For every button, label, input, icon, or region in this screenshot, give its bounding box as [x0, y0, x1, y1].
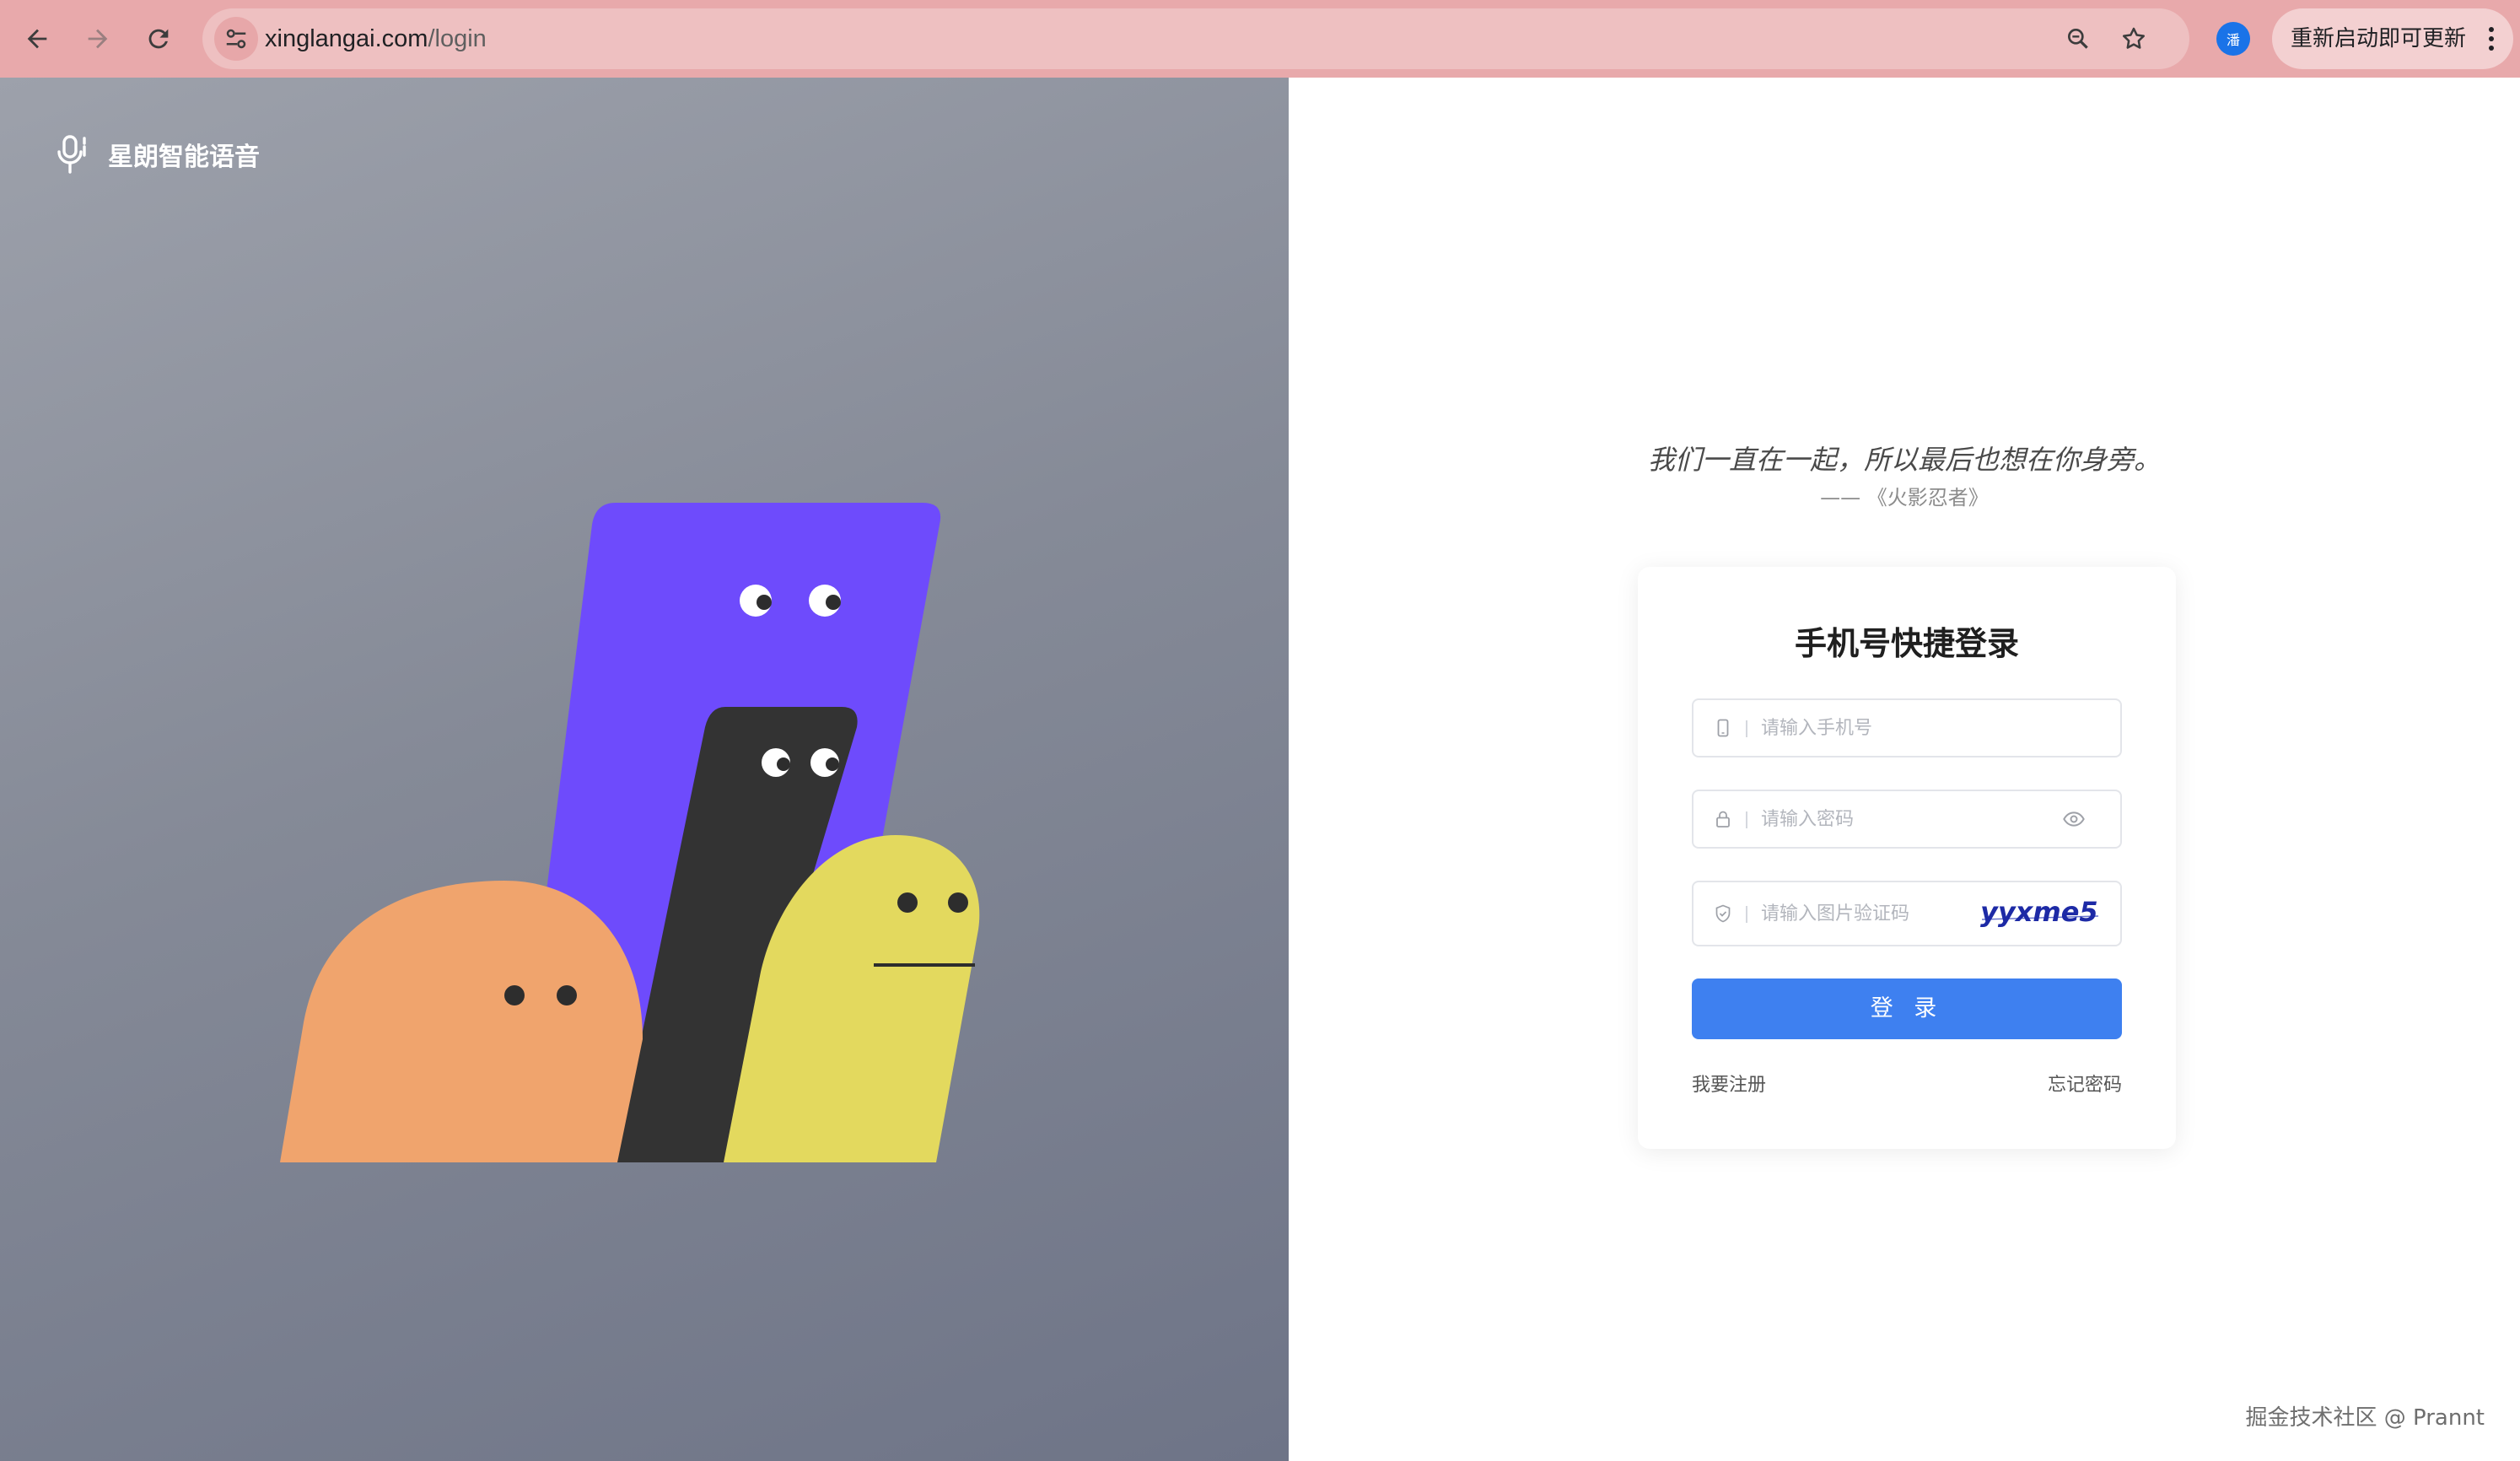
watermark-text: 掘金技术社区 @ Prannt: [2245, 1405, 2485, 1431]
profile-avatar[interactable]: 潘: [2216, 22, 2250, 56]
kebab-menu-icon[interactable]: [2481, 24, 2501, 54]
captcha-image[interactable]: yyxme5: [1975, 894, 2102, 930]
login-button[interactable]: 登 录: [1692, 978, 2122, 1039]
zoom-icon[interactable]: [2060, 20, 2097, 57]
login-title: 手机号快捷登录: [1794, 625, 2019, 662]
url-text[interactable]: xinglangai.com/login: [265, 8, 487, 69]
forward-arrow-icon[interactable]: [73, 13, 123, 64]
back-arrow-icon[interactable]: [12, 13, 62, 64]
password-field[interactable]: [1692, 790, 2122, 849]
url-path: /login: [428, 25, 487, 52]
bookmark-star-icon[interactable]: [2115, 20, 2152, 57]
eye-icon[interactable]: [2061, 806, 2087, 832]
captcha-field[interactable]: yyxme5: [1692, 881, 2122, 946]
field-separator: [1746, 720, 1747, 737]
update-label: 重新启动即可更新: [2291, 26, 2467, 51]
reload-icon[interactable]: [133, 13, 184, 64]
login-card: 手机号快捷登录 yyxme5 登 录 我要注册 忘记密码: [1638, 567, 2176, 1149]
orange-character: [280, 881, 643, 1162]
characters-illustration: [280, 503, 980, 1162]
field-separator: [1746, 906, 1747, 923]
update-button[interactable]: 重新启动即可更新: [2272, 8, 2513, 69]
password-input[interactable]: [1761, 791, 2048, 847]
phone-input[interactable]: [1761, 700, 2048, 756]
register-link[interactable]: 我要注册: [1692, 1070, 1766, 1097]
url-host: xinglangai.com: [265, 25, 428, 52]
site-info-icon[interactable]: [214, 17, 258, 61]
forgot-password-link[interactable]: 忘记密码: [2048, 1070, 2122, 1097]
shield-check-icon: [1712, 903, 1734, 925]
captcha-text: yyxme5: [1980, 896, 2098, 928]
left-hero-panel: 星朗智能语音: [0, 78, 1289, 1461]
field-separator: [1746, 811, 1747, 828]
phone-field[interactable]: [1692, 698, 2122, 757]
quote-text: 我们一直在一起，所以最后也想在你身旁。: [1647, 444, 2161, 476]
address-bar[interactable]: xinglangai.com/login: [202, 8, 2189, 69]
lock-icon: [1712, 808, 1734, 830]
browser-toolbar: xinglangai.com/login 潘 重新启动即可更新: [0, 0, 2520, 78]
phone-icon: [1712, 717, 1734, 739]
quote-source: —— 《火影忍者》: [1820, 486, 1989, 509]
